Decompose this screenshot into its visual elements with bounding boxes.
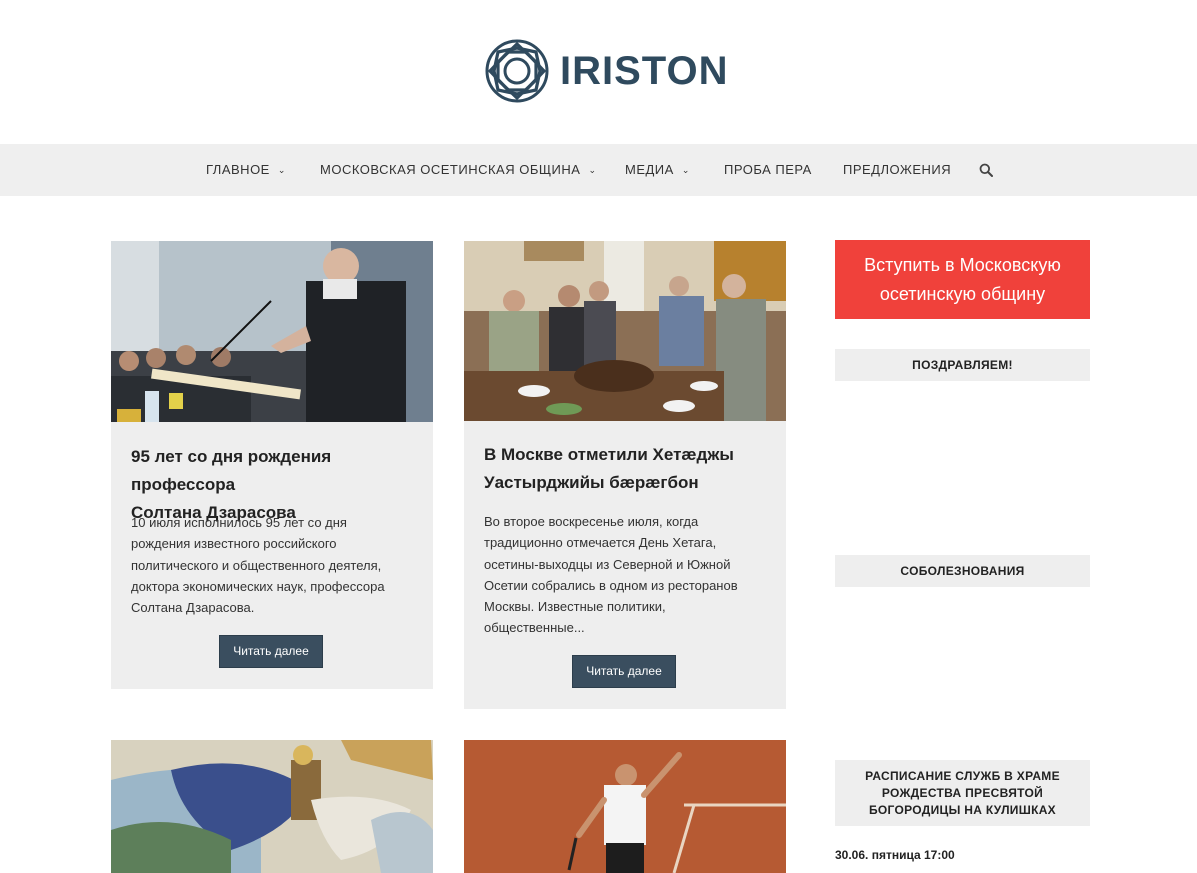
post-excerpt-line: осетины-выходцы из Северной и Южной (484, 556, 731, 572)
join-community-button[interactable]: Вступить в Московскую осетинскую общину (835, 240, 1090, 319)
post-card (111, 740, 433, 873)
site-logo[interactable]: IRISTON (484, 38, 729, 104)
post-excerpt-line: Осетии собрались в одном из ресторанов (484, 577, 738, 593)
post-title-line: Уастырджийы бæрæгбон (484, 473, 699, 492)
post-excerpt-line: 10 июля исполнилось 95 лет со дня (131, 515, 347, 530)
nav-item-media[interactable]: МЕДИА ⌄ (625, 144, 690, 196)
post-card: В Москве отметили Хетæджы Уастырджийы бæ… (464, 241, 786, 709)
read-more-button[interactable]: Читать далее (219, 635, 323, 668)
nav-item-label: ПРОБА ПЕРА (724, 162, 812, 177)
nav-item-suggestions[interactable]: ПРЕДЛОЖЕНИЯ (843, 144, 951, 196)
main-nav: ГЛАВНОЕ ⌄ МОСКОВСКАЯ ОСЕТИНСКАЯ ОБЩИНА ⌄ М… (0, 144, 1197, 196)
site-header: IRISTON (0, 0, 1197, 144)
post-excerpt: Во второе воскресенье июля, когда традиц… (484, 511, 774, 639)
widget-title-condolences: СОБОЛЕЗНОВАНИЯ (835, 555, 1090, 587)
star-logo-icon (485, 39, 549, 103)
chevron-down-icon: ⌄ (681, 165, 690, 175)
post-excerpt-line: Солтана Дзарасова. (131, 600, 255, 616)
chevron-down-icon: ⌄ (588, 165, 597, 175)
post-excerpt-line: рождения известного российского (131, 536, 337, 552)
chevron-down-icon: ⌄ (277, 165, 286, 175)
post-thumbnail[interactable] (464, 241, 786, 421)
nav-item-writing[interactable]: ПРОБА ПЕРА (724, 144, 812, 196)
post-title-line: 95 лет со дня рождения профессора (131, 447, 332, 494)
nav-item-label: МОСКОВСКАЯ ОСЕТИНСКАЯ ОБЩИНА (320, 162, 581, 177)
cta-line: Вступить в Московскую (864, 255, 1061, 275)
cta-line: осетинскую общину (879, 284, 1046, 304)
post-title-line: В Москве отметили Хетæджы (484, 445, 734, 464)
widget-title-congratulations: ПОЗДРАВЛЯЕМ! (835, 349, 1090, 381)
post-excerpt-line: Москвы. Известные политики, (484, 599, 666, 615)
post-excerpt: 10 июля исполнилось 95 лет со дня рожден… (131, 512, 421, 618)
post-title[interactable]: В Москве отметили Хетæджы Уастырджийы бæ… (484, 441, 734, 497)
widget-title-line: БОГОРОДИЦЫ НА КУЛИШКАХ (869, 803, 1056, 817)
post-thumbnail[interactable] (111, 241, 433, 422)
post-excerpt-line: общественные... (484, 620, 585, 636)
post-thumbnail[interactable] (111, 740, 433, 873)
post-card (464, 740, 786, 873)
post-thumbnail[interactable] (464, 740, 786, 873)
nav-item-label: ПРЕДЛОЖЕНИЯ (843, 162, 952, 177)
post-excerpt-line: Во второе воскресенье июля, когда (484, 514, 699, 529)
post-excerpt-line: политического и общественного деятеля, (131, 557, 382, 573)
search-icon[interactable] (979, 163, 993, 177)
nav-item-community[interactable]: МОСКОВСКАЯ ОСЕТИНСКАЯ ОБЩИНА ⌄ (320, 144, 597, 196)
schedule-entry: 30.06. пятница 17:00 (835, 848, 955, 862)
widget-title-schedule: РАСПИСАНИЕ СЛУЖБ В ХРАМЕ РОЖДЕСТВА ПРЕСВ… (835, 760, 1090, 826)
post-excerpt-line: доктора экономических наук, профессора (131, 578, 385, 594)
nav-item-main[interactable]: ГЛАВНОЕ ⌄ (206, 144, 286, 196)
nav-item-label: МЕДИА (625, 162, 674, 177)
site-logo-text: IRISTON (560, 48, 729, 93)
read-more-button[interactable]: Читать далее (572, 655, 676, 688)
post-excerpt-line: традиционно отмечается День Хетага, (484, 535, 717, 551)
widget-title-line: РАСПИСАНИЕ СЛУЖБ В ХРАМЕ (865, 769, 1060, 783)
widget-title-line: РОЖДЕСТВА ПРЕСВЯТОЙ (881, 786, 1044, 800)
nav-item-label: ГЛАВНОЕ (206, 162, 270, 177)
post-card: 95 лет со дня рождения профессора Солтан… (111, 241, 433, 689)
